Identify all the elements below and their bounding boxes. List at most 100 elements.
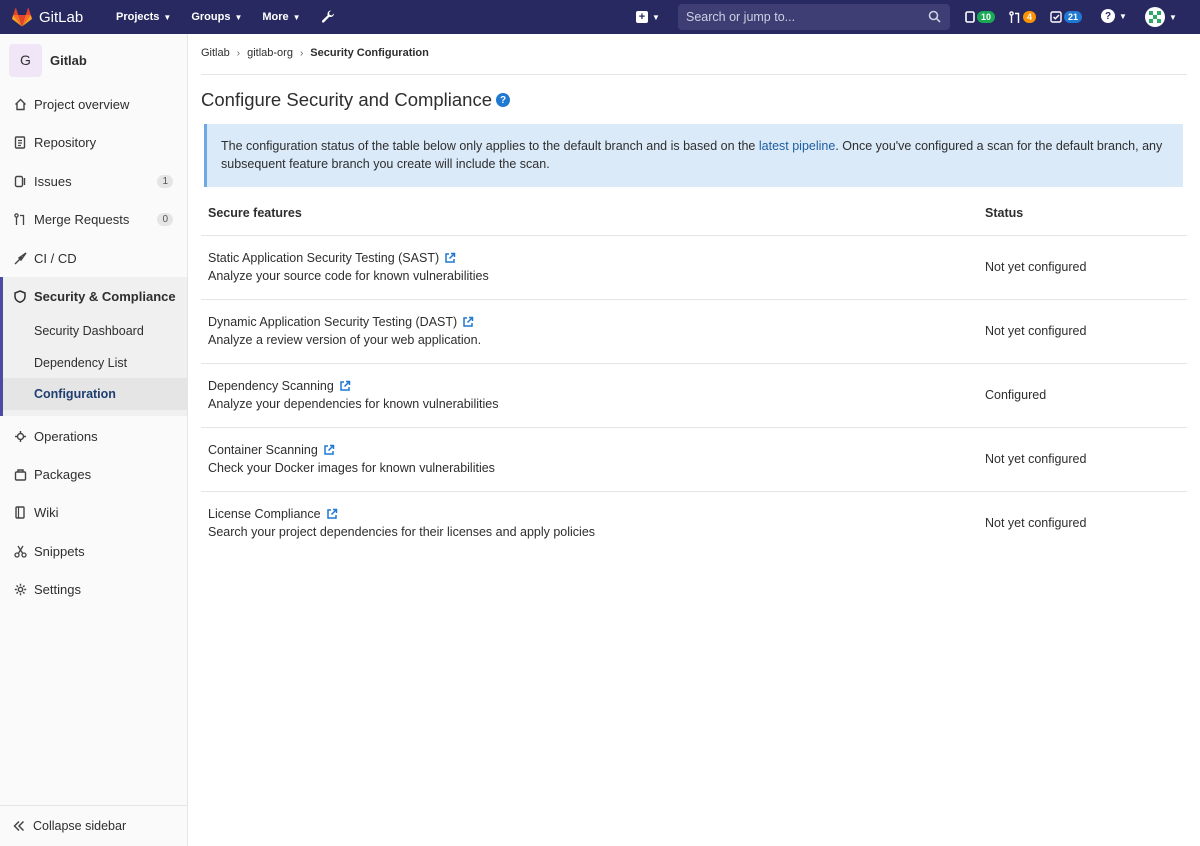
gitlab-logo[interactable]: GitLab	[12, 7, 102, 27]
sidebar-item-packages[interactable]: Packages	[0, 464, 187, 484]
feature-status: Not yet configured	[985, 260, 1087, 274]
table-row: Static Application Security Testing (SAS…	[201, 235, 1187, 299]
admin-wrench-button[interactable]	[315, 0, 341, 34]
sidebar-subitem-configuration[interactable]: Configuration	[34, 387, 116, 401]
chevron-down-icon: ▼	[1169, 12, 1177, 22]
sidebar-item-wiki[interactable]: Wiki	[0, 502, 187, 522]
sidebar-item-label: Operations	[34, 428, 98, 444]
mr-count-badge: 4	[1023, 11, 1037, 23]
sidebar-item-merge-requests[interactable]: Merge Requests 0	[0, 209, 187, 229]
table-row: Dependency Scanning Analyze your depende…	[201, 363, 1187, 427]
plus-icon: +	[636, 11, 648, 23]
more-label: More	[262, 11, 289, 23]
sidebar-item-label: Security & Compliance	[34, 288, 176, 304]
sidebar-item-label: Merge Requests	[34, 211, 130, 227]
breadcrumb: Gitlab › gitlab-org › Security Configura…	[201, 47, 429, 59]
sidebar-item-label: Snippets	[34, 543, 85, 559]
search-placeholder: Search or jump to...	[686, 10, 796, 24]
sidebar-item-security-compliance[interactable]: Security & Compliance	[0, 286, 187, 306]
chevron-down-icon: ▼	[163, 12, 172, 22]
external-link-icon[interactable]	[323, 444, 335, 456]
issues-count-badge: 10	[977, 11, 996, 23]
collapse-sidebar-button[interactable]: Collapse sidebar	[0, 805, 187, 846]
sidebar-item-label: CI / CD	[34, 250, 77, 266]
merge-request-icon	[13, 212, 27, 226]
project-header[interactable]: G Gitlab	[0, 34, 187, 86]
sidebar-item-repository[interactable]: Repository	[0, 132, 187, 152]
package-icon	[13, 467, 27, 481]
breadcrumb-current[interactable]: Security Configuration	[310, 47, 429, 59]
todo-count-badge: 21	[1064, 11, 1083, 23]
merge-requests-count-badge: 0	[157, 212, 173, 226]
sidebar-item-issues[interactable]: Issues 1	[0, 171, 187, 191]
brand-name: GitLab	[39, 8, 84, 26]
rocket-icon	[13, 251, 27, 265]
feature-status: Not yet configured	[985, 452, 1087, 466]
scissors-icon	[13, 544, 27, 558]
feature-name-link[interactable]: Container Scanning	[208, 443, 318, 457]
column-header-secure-features: Secure features	[208, 206, 302, 220]
sidebar-item-snippets[interactable]: Snippets	[0, 541, 187, 561]
external-link-icon[interactable]	[339, 380, 351, 392]
sidebar-item-label: Project overview	[34, 96, 130, 112]
question-mark-icon[interactable]: ?	[496, 93, 511, 107]
projects-label: Projects	[116, 11, 160, 23]
book-icon	[13, 505, 27, 519]
chevron-down-icon: ▼	[652, 12, 660, 22]
feature-description: Analyze your dependencies for known vuln…	[208, 397, 499, 411]
table-row: Container Scanning Check your Docker ima…	[201, 427, 1187, 491]
sidebar-item-label: Wiki	[34, 504, 59, 520]
chevron-down-icon: ▼	[292, 12, 301, 22]
merge-requests-counter[interactable]: 4	[1009, 10, 1037, 24]
feature-status: Not yet configured	[985, 516, 1087, 530]
help-icon: ?	[1101, 9, 1115, 23]
feature-name-link[interactable]: Dependency Scanning	[208, 379, 334, 393]
double-chevron-left-icon	[13, 820, 25, 832]
groups-menu[interactable]: Groups ▼	[185, 0, 248, 34]
more-menu[interactable]: More ▼	[256, 0, 306, 34]
sidebar-subitem-dependency-list[interactable]: Dependency List	[34, 356, 127, 370]
home-icon	[13, 97, 27, 111]
sidebar-item-settings[interactable]: Settings	[0, 579, 187, 599]
external-link-icon[interactable]	[326, 508, 338, 520]
merge-request-icon	[1009, 10, 1020, 23]
breadcrumb-divider	[201, 74, 1187, 75]
chevron-right-icon: ›	[299, 47, 304, 59]
sidebar-item-label: Repository	[34, 134, 97, 150]
collapse-sidebar-label: Collapse sidebar	[33, 819, 127, 833]
external-link-icon[interactable]	[444, 252, 456, 264]
feature-description: Search your project dependencies for the…	[208, 525, 596, 539]
todo-icon	[1050, 11, 1062, 23]
page-title-text: Configure Security and Compliance	[201, 89, 493, 110]
chevron-down-icon: ▼	[1119, 11, 1127, 21]
groups-label: Groups	[191, 11, 231, 23]
breadcrumb-gitlab[interactable]: Gitlab	[201, 47, 230, 59]
projects-menu[interactable]: Projects ▼	[110, 0, 177, 34]
new-dropdown-button[interactable]: + ▼	[636, 11, 666, 23]
search-input[interactable]: Search or jump to...	[678, 4, 950, 30]
feature-name-link[interactable]: Dynamic Application Security Testing (DA…	[208, 315, 457, 329]
settings-icon	[13, 582, 27, 596]
sidebar-item-operations[interactable]: Operations	[0, 426, 187, 446]
latest-pipeline-link[interactable]: latest pipeline	[759, 139, 835, 153]
feature-name-link[interactable]: Static Application Security Testing (SAS…	[208, 251, 439, 265]
column-header-status: Status	[985, 206, 1024, 220]
sidebar-item-label: Packages	[34, 466, 92, 482]
feature-description: Check your Docker images for known vulne…	[208, 461, 495, 475]
user-menu[interactable]: ▼	[1145, 7, 1177, 27]
issues-icon	[13, 174, 27, 188]
cloud-gear-icon	[13, 429, 27, 443]
sidebar-item-project-overview[interactable]: Project overview	[0, 94, 187, 114]
external-link-icon[interactable]	[462, 316, 474, 328]
sidebar-item-ci-cd[interactable]: CI / CD	[0, 248, 187, 268]
issues-icon	[965, 11, 975, 23]
breadcrumb-gitlab-org[interactable]: gitlab-org	[247, 47, 293, 59]
tanuki-icon	[12, 7, 32, 26]
chevron-right-icon: ›	[236, 47, 241, 59]
top-menu: Projects ▼ Groups ▼ More ▼	[102, 0, 341, 34]
issues-counter[interactable]: 10	[965, 11, 996, 23]
feature-name-link[interactable]: License Compliance	[208, 507, 321, 521]
help-dropdown[interactable]: ? ▼	[1101, 9, 1127, 23]
todos-counter[interactable]: 21	[1050, 11, 1083, 23]
sidebar-subitem-security-dashboard[interactable]: Security Dashboard	[34, 324, 144, 338]
